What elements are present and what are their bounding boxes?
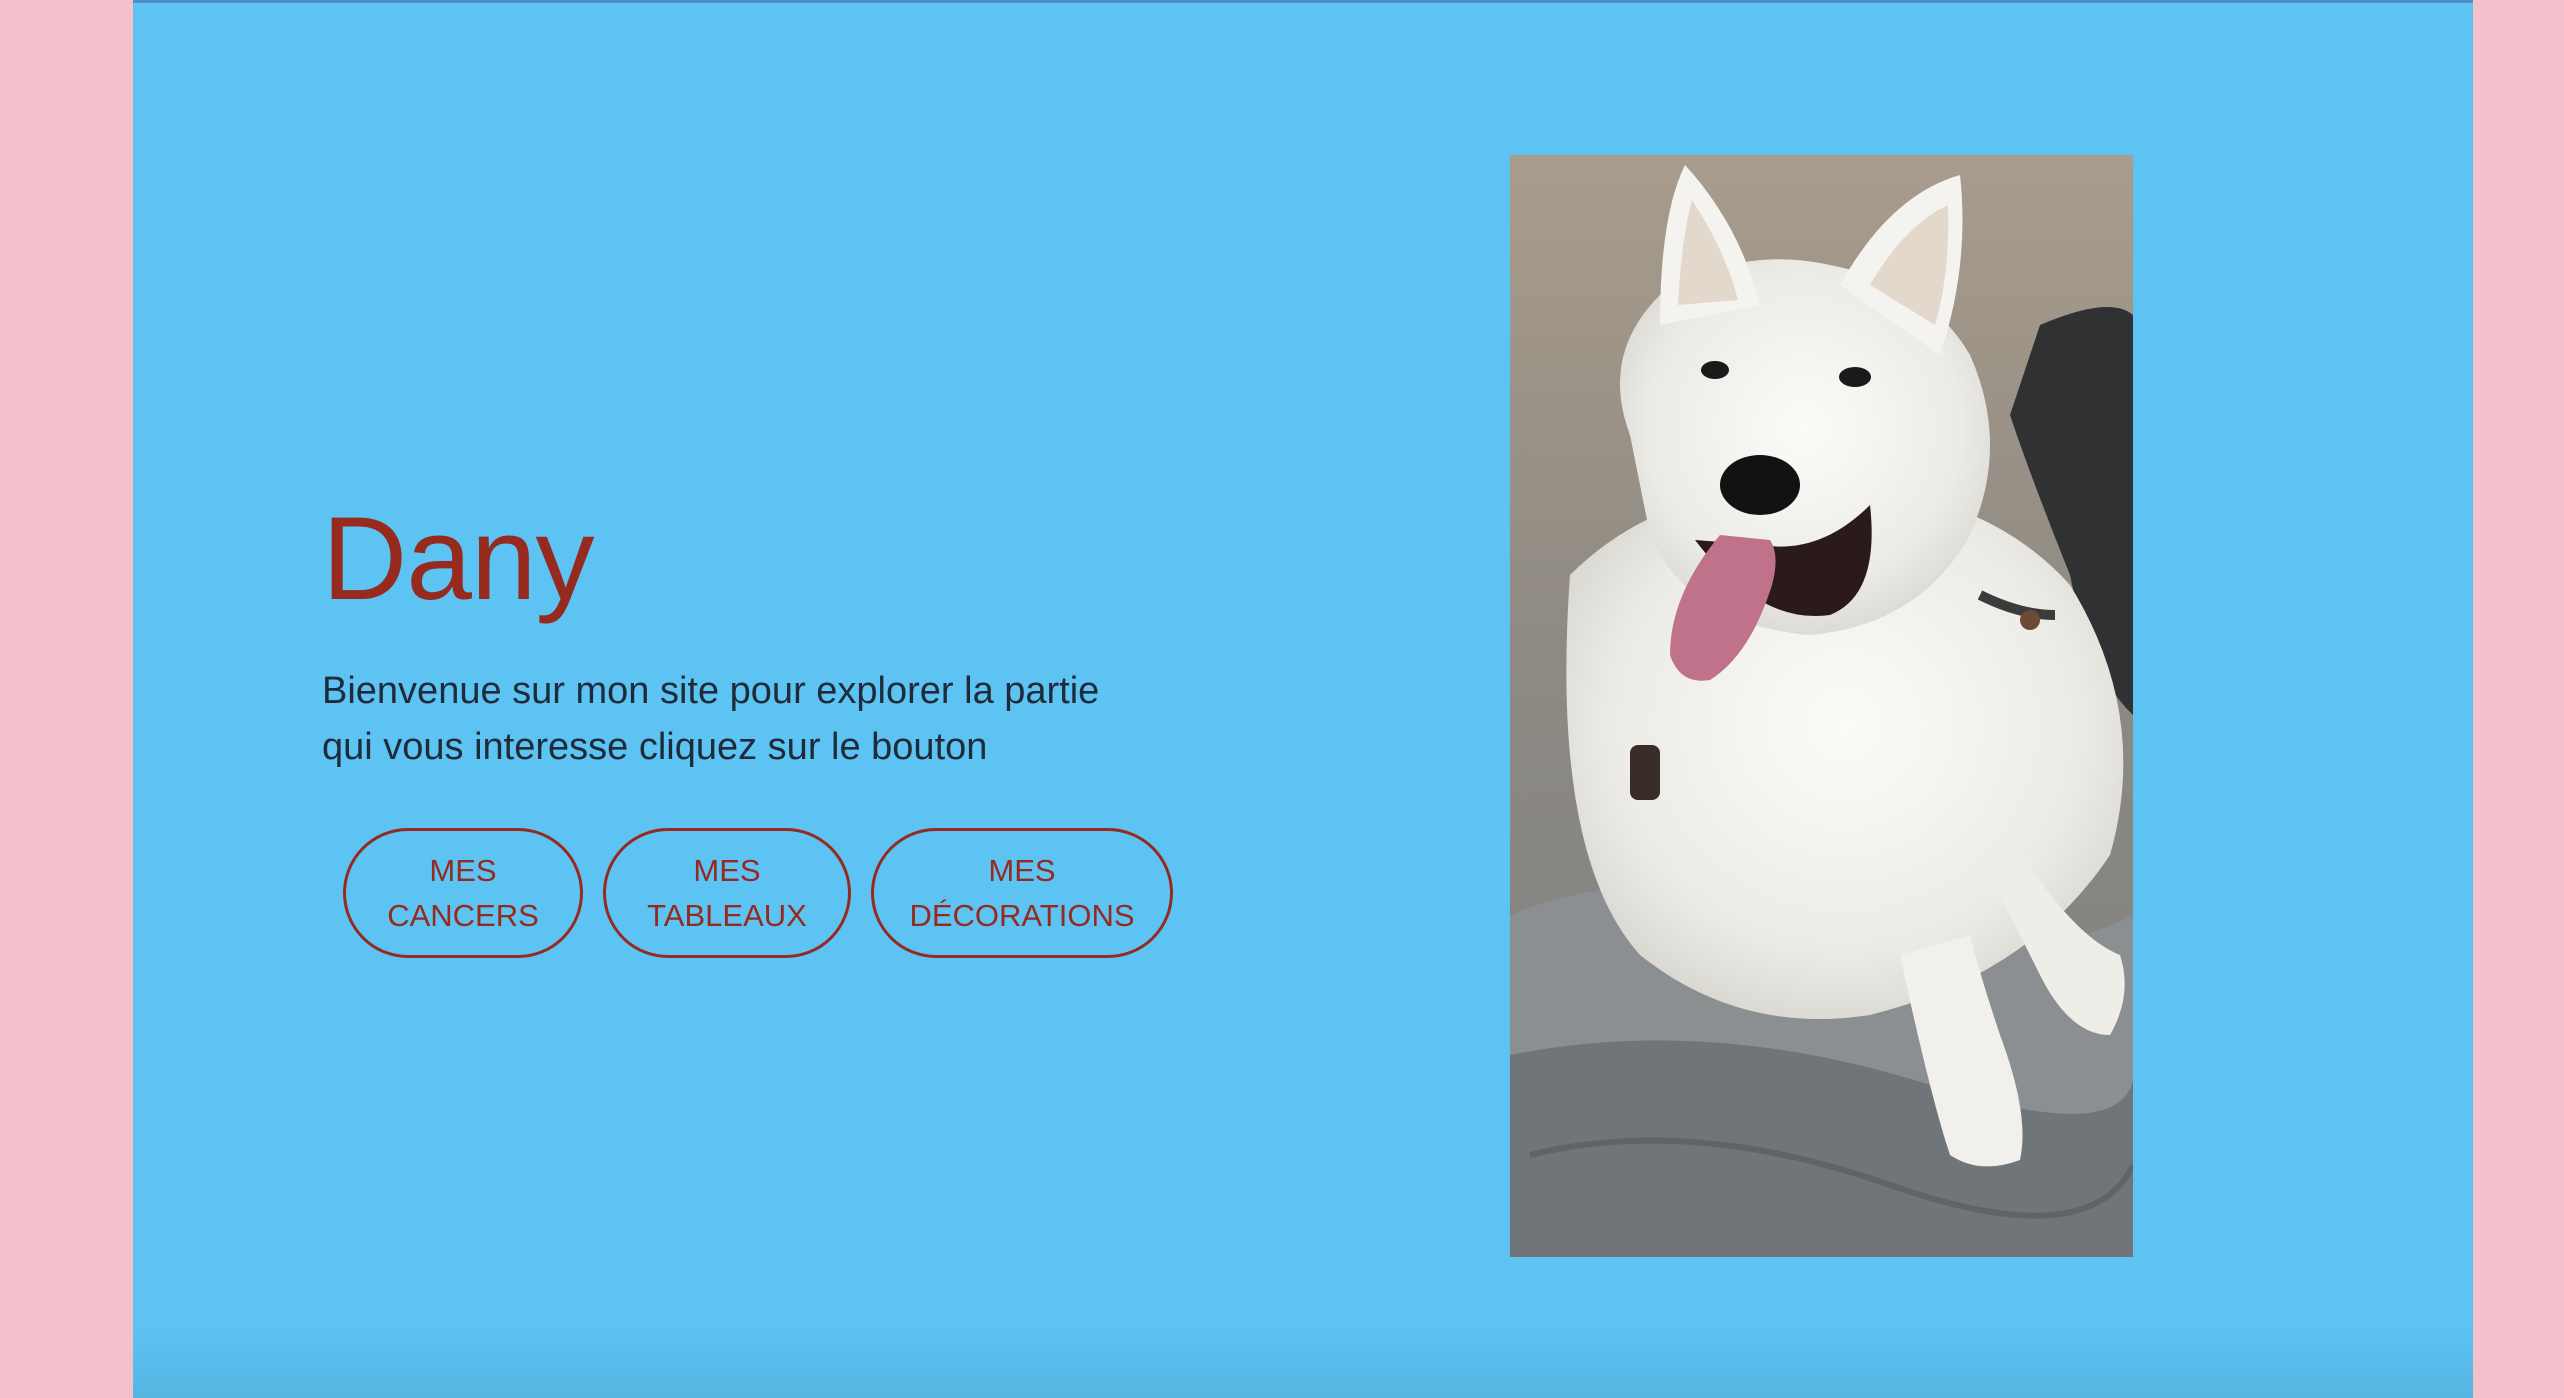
mes-decorations-button[interactable]: MES DÉCORATIONS bbox=[871, 828, 1173, 958]
button-label-line1: MES bbox=[693, 853, 761, 888]
dog-photo-icon bbox=[1510, 155, 2133, 1257]
hero-bottom-shadow bbox=[133, 1328, 2473, 1398]
button-label-line2: DÉCORATIONS bbox=[909, 898, 1135, 933]
mes-tableaux-button[interactable]: MES TABLEAUX bbox=[603, 828, 851, 958]
mes-cancers-button[interactable]: MES CANCERS bbox=[343, 828, 583, 958]
button-label-line2: CANCERS bbox=[387, 898, 539, 933]
button-label-line2: TABLEAUX bbox=[647, 898, 807, 933]
dog-photo bbox=[1510, 155, 2133, 1257]
button-label-line1: MES bbox=[429, 853, 497, 888]
hero-section: Dany Bienvenue sur mon site pour explore… bbox=[133, 0, 2473, 1398]
button-label-line1: MES bbox=[988, 853, 1056, 888]
right-margin bbox=[2473, 0, 2564, 1398]
intro-text: Bienvenue sur mon site pour explorer la … bbox=[322, 670, 1100, 768]
page-title: Dany bbox=[322, 493, 594, 625]
left-margin bbox=[0, 0, 133, 1398]
